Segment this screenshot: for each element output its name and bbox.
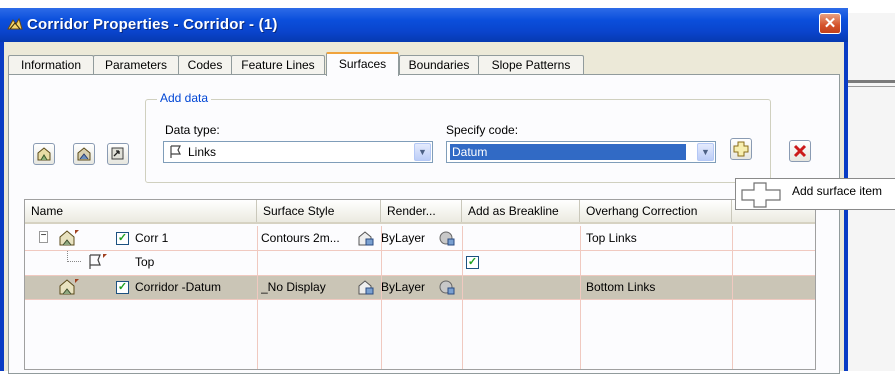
tab-surfaces[interactable]: Surfaces xyxy=(326,52,399,76)
tab-boundaries[interactable]: Boundaries xyxy=(399,55,479,75)
grid-line xyxy=(257,226,258,369)
style-edit-icon[interactable] xyxy=(358,280,374,295)
breakline-checkbox[interactable]: ✓ xyxy=(466,256,479,269)
delete-icon xyxy=(793,144,807,158)
tree-connector xyxy=(67,250,81,262)
tab-feature-lines[interactable]: Feature Lines xyxy=(231,55,325,75)
row-name: Top xyxy=(135,255,155,269)
chevron-down-icon: ▼ xyxy=(697,143,714,161)
plus-icon xyxy=(733,141,749,157)
create-surface-icon xyxy=(37,147,51,161)
table-row[interactable]: Top ✓ xyxy=(25,250,815,274)
links-icon xyxy=(170,145,181,158)
background-divider xyxy=(848,80,895,83)
chevron-down-icon: ▼ xyxy=(414,143,431,161)
grid-line xyxy=(462,226,463,369)
column-header-name[interactable]: Name xyxy=(25,200,257,222)
style-edit-icon[interactable] xyxy=(358,231,374,246)
surface-icon xyxy=(59,279,79,295)
surfaces-table: Name Surface Style Render... Add as Brea… xyxy=(24,199,816,370)
surface-boundary-button[interactable] xyxy=(107,143,129,165)
render-material-icon[interactable] xyxy=(439,280,455,295)
tab-parameters[interactable]: Parameters xyxy=(93,55,179,75)
data-type-dropdown[interactable]: Links ▼ xyxy=(163,141,433,163)
grid-line xyxy=(25,299,815,300)
surface-icon xyxy=(59,230,79,246)
row-render-material[interactable]: ByLayer xyxy=(381,226,425,250)
tooltip-text: Add surface item xyxy=(792,184,883,198)
row-surface-style[interactable]: Contours 2m... xyxy=(261,226,340,250)
surface-boundary-icon xyxy=(111,147,124,160)
background-divider-thin xyxy=(848,86,895,87)
column-header-overhang-correction[interactable]: Overhang Correction xyxy=(580,200,732,222)
add-data-group-title: Add data xyxy=(157,91,212,105)
row-overhang-correction[interactable]: Top Links xyxy=(586,226,637,250)
column-header-render[interactable]: Render... xyxy=(381,200,462,222)
row-surface-style[interactable]: _No Display xyxy=(261,275,326,299)
create-surface-from-corridor-button[interactable] xyxy=(73,143,95,165)
specify-code-dropdown[interactable]: Datum ▼ xyxy=(446,141,716,163)
row-overhang-correction[interactable]: Bottom Links xyxy=(586,275,655,299)
close-button[interactable]: ✕ xyxy=(819,13,841,34)
column-header-add-as-breakline[interactable]: Add as Breakline xyxy=(462,200,580,222)
add-surface-item-button[interactable] xyxy=(730,138,752,160)
table-row[interactable]: − ✓ Corr 1 Contours 2m... ByLayer Top Li… xyxy=(25,226,815,250)
grid-line xyxy=(381,226,382,369)
links-icon xyxy=(89,254,107,269)
table-row-selected[interactable]: ✓ Corridor -Datum _No Display ByLayer Bo… xyxy=(25,275,815,299)
row-checkbox[interactable]: ✓ xyxy=(116,281,129,294)
row-render-material[interactable]: ByLayer xyxy=(381,275,425,299)
render-material-icon[interactable] xyxy=(439,231,455,246)
create-surface-from-corridor-icon xyxy=(77,147,91,161)
data-type-label: Data type: xyxy=(165,123,220,137)
tab-slope-patterns[interactable]: Slope Patterns xyxy=(478,55,584,75)
title-bar[interactable]: Corridor Properties - Corridor - (1) ✕ xyxy=(0,8,848,42)
add-surface-item-tooltip: Add surface item xyxy=(735,178,895,210)
window-title: Corridor Properties - Corridor - (1) xyxy=(27,16,278,33)
row-checkbox[interactable]: ✓ xyxy=(116,232,129,245)
column-header-surface-style[interactable]: Surface Style xyxy=(257,200,381,222)
specify-code-label: Specify code: xyxy=(446,123,519,137)
table-header: Name Surface Style Render... Add as Brea… xyxy=(25,200,815,224)
collapse-icon[interactable]: − xyxy=(39,231,48,243)
corridor-app-icon xyxy=(7,17,23,30)
grid-line xyxy=(25,250,815,251)
row-name: Corridor -Datum xyxy=(135,280,222,294)
row-name: Corr 1 xyxy=(135,231,169,245)
grid-line xyxy=(580,226,581,369)
delete-surface-button[interactable] xyxy=(789,140,811,162)
background-application-strip xyxy=(848,0,895,13)
tab-information[interactable]: Information xyxy=(8,55,94,75)
plus-icon xyxy=(741,182,781,208)
close-icon: ✕ xyxy=(823,15,837,32)
create-surface-button[interactable] xyxy=(33,143,55,165)
tab-codes[interactable]: Codes xyxy=(178,55,232,75)
grid-line xyxy=(732,226,733,369)
grid-line xyxy=(25,275,815,276)
